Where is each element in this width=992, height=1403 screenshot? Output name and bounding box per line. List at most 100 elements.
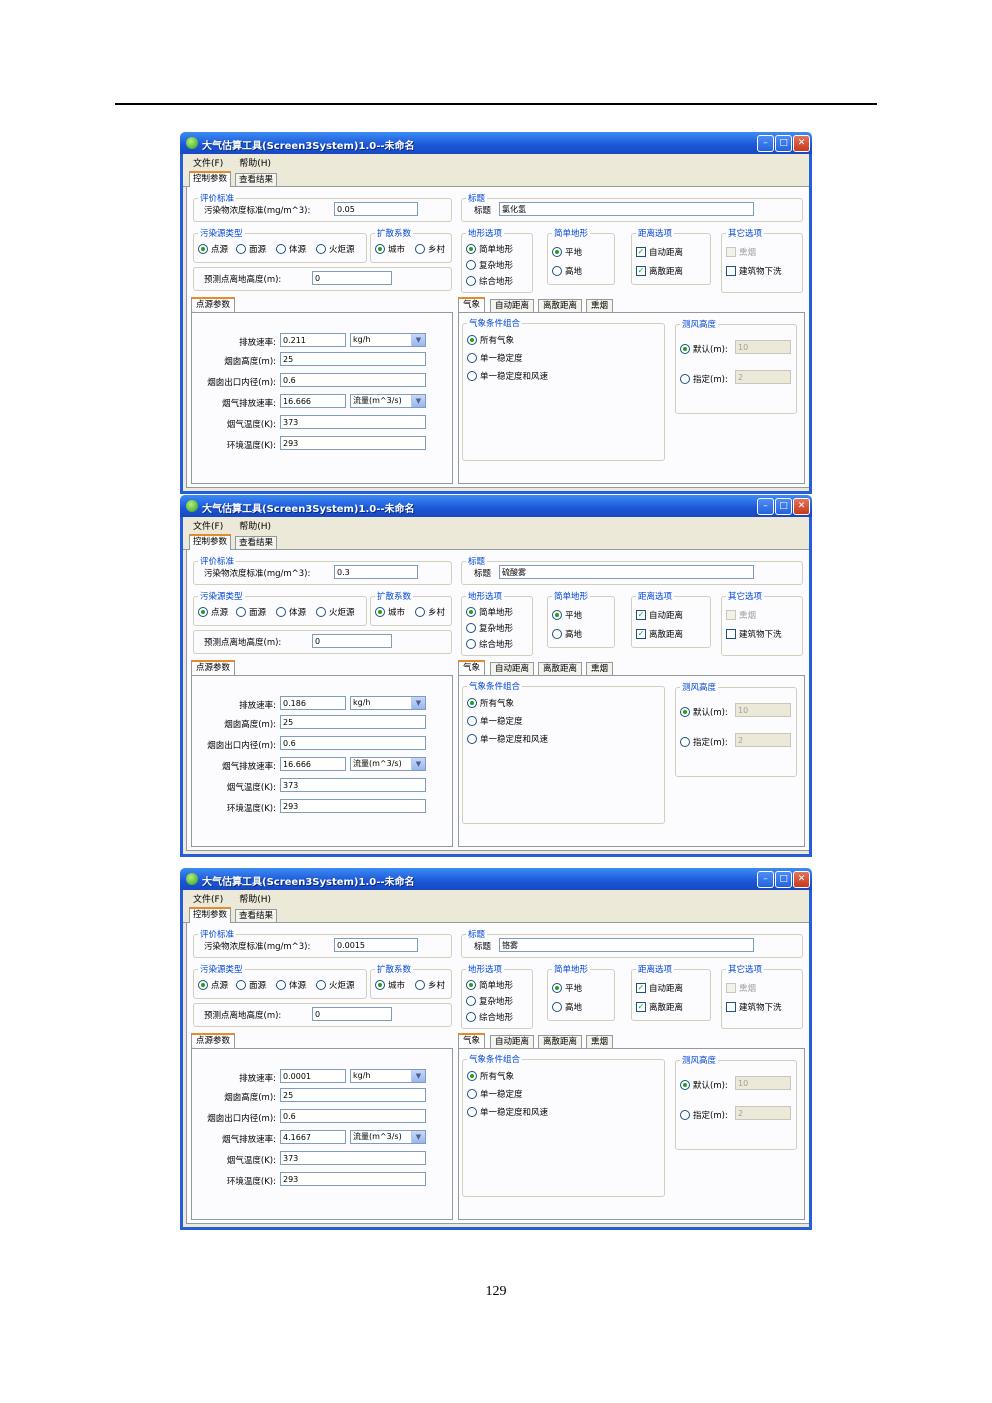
tab-discrete-distance[interactable]: 离散距离 (538, 662, 583, 675)
stability-wind-option[interactable]: 单一稳定度和风速 (467, 1106, 548, 1118)
stack-height-input[interactable]: 25 (280, 715, 426, 729)
auto-distance-option[interactable]: ✓ 自动距离 (636, 246, 683, 258)
anem-custom-option[interactable]: 指定(m): (680, 1109, 728, 1121)
emission-unit-select[interactable]: kg/h ▼ (350, 696, 426, 710)
all-met-option[interactable]: 所有气象 (467, 334, 514, 346)
rural-option[interactable]: 乡村 (415, 606, 445, 618)
flat-option[interactable]: 平地 (552, 982, 582, 994)
menu-file[interactable]: 文件(F) (193, 519, 223, 532)
exit-velocity-input[interactable]: 16.666 (280, 394, 346, 408)
flat-option[interactable]: 平地 (552, 246, 582, 258)
elevated-option[interactable]: 高地 (552, 1001, 582, 1013)
menu-file[interactable]: 文件(F) (193, 156, 223, 169)
source-point-option[interactable]: 点源 (198, 243, 228, 255)
single-stability-option[interactable]: 单一稳定度 (467, 1088, 523, 1100)
stack-height-input[interactable]: 25 (280, 352, 426, 366)
exit-velocity-input[interactable]: 16.666 (280, 757, 346, 771)
stability-wind-option[interactable]: 单一稳定度和风速 (467, 370, 548, 382)
emission-rate-input[interactable]: 0.0001 (280, 1069, 346, 1083)
terrain-simple-option[interactable]: 简单地形 (466, 243, 513, 255)
anem-custom-option[interactable]: 指定(m): (680, 373, 728, 385)
standard-input[interactable]: 0.05 (334, 202, 418, 216)
terrain-combined-option[interactable]: 综合地形 (466, 275, 513, 287)
discrete-distance-option[interactable]: ✓ 离散距离 (636, 628, 683, 640)
exit-velocity-unit-select[interactable]: 流量(m^3/s) ▼ (350, 757, 426, 771)
terrain-complex-option[interactable]: 复杂地形 (466, 259, 513, 271)
anem-default-option[interactable]: 默认(m): (680, 1079, 728, 1091)
title-bar[interactable]: 大气估算工具(Screen3System)1.0--未命名 – □ ✕ (180, 495, 812, 517)
close-button[interactable]: ✕ (793, 871, 810, 888)
urban-option[interactable]: 城市 (375, 979, 405, 991)
flat-option[interactable]: 平地 (552, 609, 582, 621)
receptor-height-input[interactable]: 0 (312, 1007, 392, 1021)
single-stability-option[interactable]: 单一稳定度 (467, 352, 523, 364)
urban-option[interactable]: 城市 (375, 606, 405, 618)
source-area-option[interactable]: 面源 (236, 979, 266, 991)
stack-diameter-input[interactable]: 0.6 (280, 1109, 426, 1123)
source-point-option[interactable]: 点源 (198, 979, 228, 991)
stack-diameter-input[interactable]: 0.6 (280, 373, 426, 387)
source-volume-option[interactable]: 体源 (276, 979, 306, 991)
menu-help[interactable]: 帮助(H) (239, 519, 271, 532)
title-input[interactable]: 硫酸雾 (499, 565, 754, 579)
anem-default-option[interactable]: 默认(m): (680, 706, 728, 718)
anem-custom-option[interactable]: 指定(m): (680, 736, 728, 748)
source-area-option[interactable]: 面源 (236, 243, 266, 255)
minimize-button[interactable]: – (757, 135, 774, 152)
terrain-combined-option[interactable]: 综合地形 (466, 638, 513, 650)
receptor-height-input[interactable]: 0 (312, 634, 392, 648)
exit-velocity-input[interactable]: 4.1667 (280, 1130, 346, 1144)
menu-help[interactable]: 帮助(H) (239, 892, 271, 905)
exit-velocity-unit-select[interactable]: 流量(m^3/s) ▼ (350, 394, 426, 408)
tab-discrete-distance[interactable]: 离散距离 (538, 299, 583, 312)
rural-option[interactable]: 乡村 (415, 243, 445, 255)
chevron-down-icon[interactable]: ▼ (411, 334, 425, 346)
terrain-simple-option[interactable]: 简单地形 (466, 979, 513, 991)
tab-auto-distance[interactable]: 自动距离 (490, 299, 535, 312)
minimize-button[interactable]: – (757, 871, 774, 888)
close-button[interactable]: ✕ (793, 135, 810, 152)
close-button[interactable]: ✕ (793, 498, 810, 515)
auto-distance-option[interactable]: ✓ 自动距离 (636, 609, 683, 621)
source-flare-option[interactable]: 火炬源 (316, 243, 355, 255)
exit-velocity-unit-select[interactable]: 流量(m^3/s) ▼ (350, 1130, 426, 1144)
tab-view-results[interactable]: 查看结果 (235, 173, 278, 186)
tab-control-params[interactable]: 控制参数 (189, 171, 232, 188)
tab-view-results[interactable]: 查看结果 (235, 909, 278, 922)
tab-control-params[interactable]: 控制参数 (189, 907, 232, 924)
elevated-option[interactable]: 高地 (552, 265, 582, 277)
source-volume-option[interactable]: 体源 (276, 606, 306, 618)
emission-unit-select[interactable]: kg/h ▼ (350, 1069, 426, 1083)
menu-file[interactable]: 文件(F) (193, 892, 223, 905)
standard-input[interactable]: 0.0015 (334, 938, 418, 952)
terrain-complex-option[interactable]: 复杂地形 (466, 995, 513, 1007)
terrain-simple-option[interactable]: 简单地形 (466, 606, 513, 618)
source-point-option[interactable]: 点源 (198, 606, 228, 618)
menu-help[interactable]: 帮助(H) (239, 156, 271, 169)
chevron-down-icon[interactable]: ▼ (411, 395, 425, 407)
chevron-down-icon[interactable]: ▼ (411, 1131, 425, 1143)
tab-fumigation[interactable]: 熏烟 (586, 299, 614, 312)
tab-view-results[interactable]: 查看结果 (235, 536, 278, 549)
standard-input[interactable]: 0.3 (334, 565, 418, 579)
elevated-option[interactable]: 高地 (552, 628, 582, 640)
tab-control-params[interactable]: 控制参数 (189, 534, 232, 551)
ambient-temp-input[interactable]: 293 (280, 799, 426, 813)
all-met-option[interactable]: 所有气象 (467, 1070, 514, 1082)
single-stability-option[interactable]: 单一稳定度 (467, 715, 523, 727)
tab-auto-distance[interactable]: 自动距离 (490, 662, 535, 675)
tab-fumigation[interactable]: 熏烟 (586, 662, 614, 675)
discrete-distance-option[interactable]: ✓ 离散距离 (636, 265, 683, 277)
all-met-option[interactable]: 所有气象 (467, 697, 514, 709)
tab-auto-distance[interactable]: 自动距离 (490, 1035, 535, 1048)
discrete-distance-option[interactable]: ✓ 离散距离 (636, 1001, 683, 1013)
gas-temp-input[interactable]: 373 (280, 415, 426, 429)
maximize-button[interactable]: □ (775, 871, 792, 888)
downwash-option[interactable]: 建筑物下洗 (726, 265, 782, 277)
terrain-combined-option[interactable]: 综合地形 (466, 1011, 513, 1023)
maximize-button[interactable]: □ (775, 135, 792, 152)
stack-height-input[interactable]: 25 (280, 1088, 426, 1102)
title-bar[interactable]: 大气估算工具(Screen3System)1.0--未命名 – □ ✕ (180, 868, 812, 890)
stack-diameter-input[interactable]: 0.6 (280, 736, 426, 750)
ambient-temp-input[interactable]: 293 (280, 436, 426, 450)
